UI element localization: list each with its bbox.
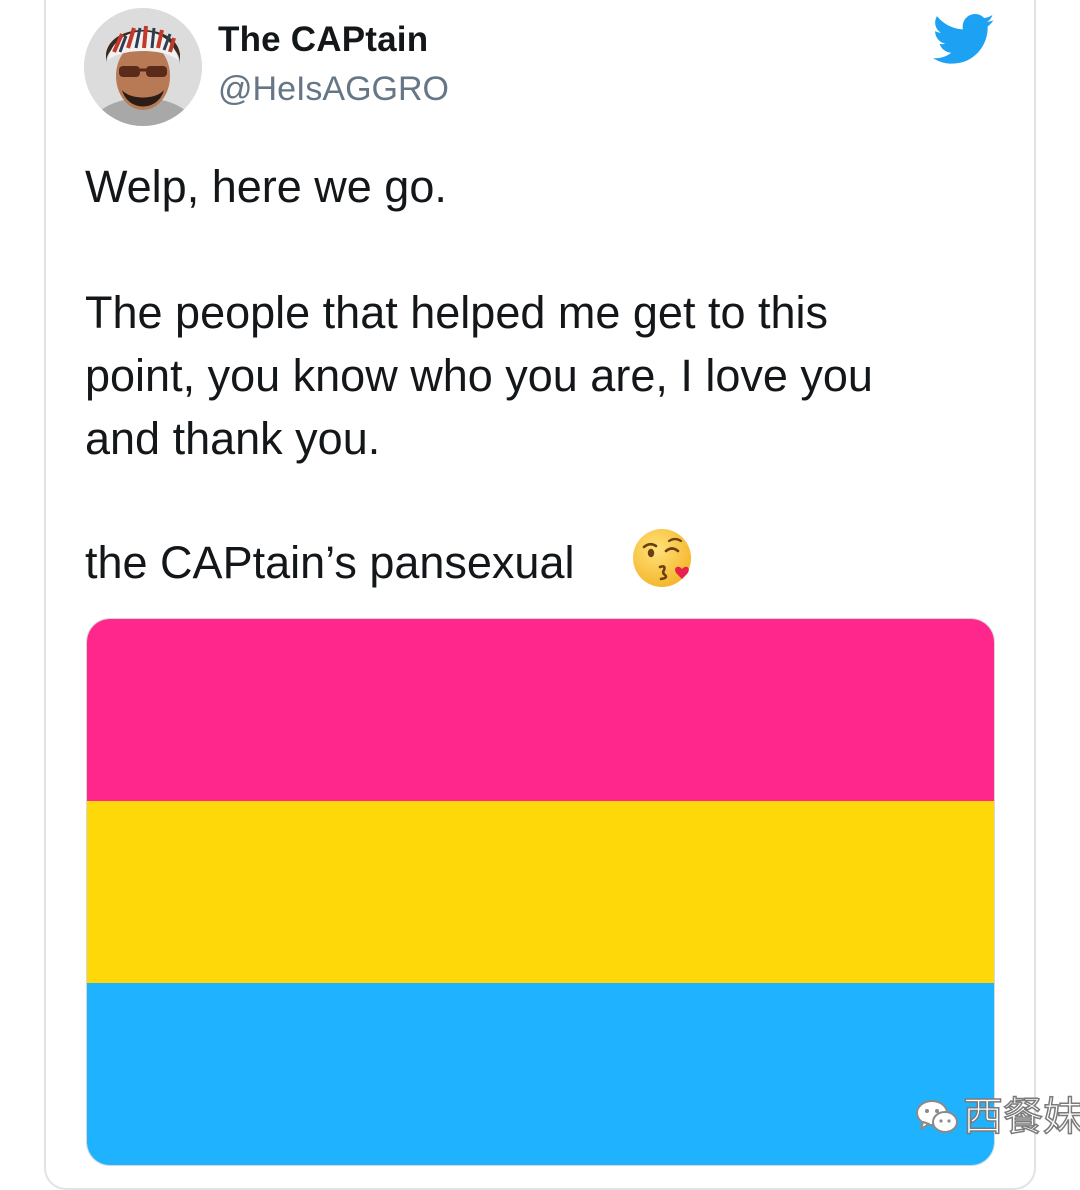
wechat-icon: [916, 1100, 958, 1133]
flag-stripe-pink: [87, 619, 994, 801]
flag-stripe-yellow: [87, 801, 994, 983]
author-handle[interactable]: @HeIsAGGRO: [218, 70, 449, 109]
face-blowing-a-kiss-icon: [633, 529, 691, 587]
tweet-media-image[interactable]: [86, 618, 995, 1166]
twitter-bird-icon[interactable]: [932, 14, 996, 66]
tweet-text-line: The people that helped me get to this: [85, 287, 829, 338]
tweet-text-line: the CAPtain’s pansexual: [85, 537, 575, 588]
tweet-text-line: point, you know who you are, I love you: [85, 350, 873, 401]
author-display-name[interactable]: The CAPtain: [218, 20, 428, 60]
avatar[interactable]: [84, 8, 202, 126]
watermark-text: 西餐妹: [962, 1094, 1080, 1140]
flag-stripe-blue: [87, 983, 994, 1165]
tweet-text-line: and thank you.: [85, 413, 381, 464]
tweet-text-line: Welp, here we go.: [85, 161, 447, 212]
watermark: 西餐妹: [915, 1092, 1080, 1142]
